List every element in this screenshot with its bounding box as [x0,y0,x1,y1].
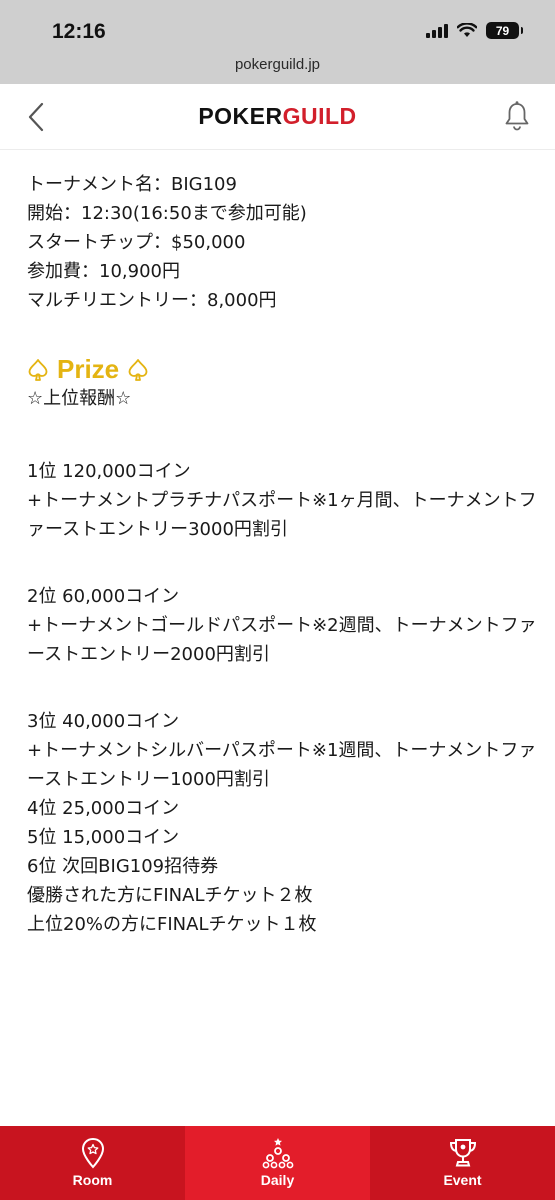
url-bar[interactable]: pokerguild.jp [0,56,555,73]
bottom-tab-bar: Room Daily Event [0,1126,555,1200]
tournament-details: トーナメント名：BIG109 開始：12:30(16:50まで参加可能) スター… [27,170,537,939]
tournament-name: トーナメント名：BIG109 [27,174,237,195]
status-icons: 79 [426,22,523,39]
prize-rank-1: 1位 120,000コイン +トーナメントプラチナパスポート※1ヶ月間、トーナメ… [27,457,537,544]
tournament-start: 開始：12:30(16:50まで参加可能) [27,203,307,224]
rank-bonus: +トーナメントゴールドパスポート※2週間、トーナメントファーストエントリー200… [27,615,537,665]
prize-rank-6: 6位 次回BIG109招待券 [27,856,219,877]
browser-top-bar: 12:16 79 pokerguild.jp [0,0,555,84]
trophy-tree-icon [262,1138,293,1169]
prize-heading: Prize [27,355,537,384]
rank-reward: 3位 40,000コイン [27,711,180,732]
prize-rank-4: 4位 25,000コイン [27,798,180,819]
tab-daily-label: Daily [260,1172,295,1188]
logo-poker: POKER [198,103,283,129]
prize-rank-5: 5位 15,000コイン [27,827,180,848]
rank-reward: 1位 120,000コイン [27,461,191,482]
tab-event-label: Event [443,1172,482,1188]
location-pin-icon [81,1137,104,1169]
tab-room[interactable]: Room [0,1126,185,1200]
bell-icon[interactable] [503,100,531,132]
rank-bonus: +トーナメントシルバーパスポート※1週間、トーナメントファーストエントリー100… [27,740,537,790]
spade-icon [28,358,48,381]
tab-daily[interactable]: Daily [185,1126,370,1200]
battery-icon: 79 [486,22,523,39]
rank-bonus: +トーナメントプラチナパスポート※1ヶ月間、トーナメントファーストエントリー30… [27,490,537,540]
logo-guild: GUILD [282,103,357,129]
tab-room-label: Room [72,1172,113,1188]
wifi-icon [457,23,477,37]
cup-icon [449,1139,476,1167]
tournament-reentry: マルチリエントリー：8,000円 [27,290,277,311]
status-time: 12:16 [52,20,106,43]
prize-rank-2: 2位 60,000コイン +トーナメントゴールドパスポート※2週間、トーナメント… [27,582,537,669]
tournament-fee: 参加費：10,900円 [27,261,180,282]
prize-subheading: ☆上位報酬☆ [27,388,132,409]
signal-icon [426,23,448,38]
spade-icon [128,358,148,381]
app-header: POKERGUILD [0,84,555,150]
tab-event[interactable]: Event [370,1126,555,1200]
prize-heading-text: Prize [57,354,120,384]
final-ticket-note-winner: 優勝された方にFINALチケット２枚 [27,885,313,906]
pokerguild-logo[interactable]: POKERGUILD [0,103,555,130]
tournament-start-chip: スタートチップ：$50,000 [27,232,246,253]
final-ticket-note-top20: 上位20%の方にFINALチケット１枚 [27,914,317,935]
prize-rank-3: 3位 40,000コイン +トーナメントシルバーパスポート※1週間、トーナメント… [27,707,537,794]
rank-reward: 2位 60,000コイン [27,586,180,607]
